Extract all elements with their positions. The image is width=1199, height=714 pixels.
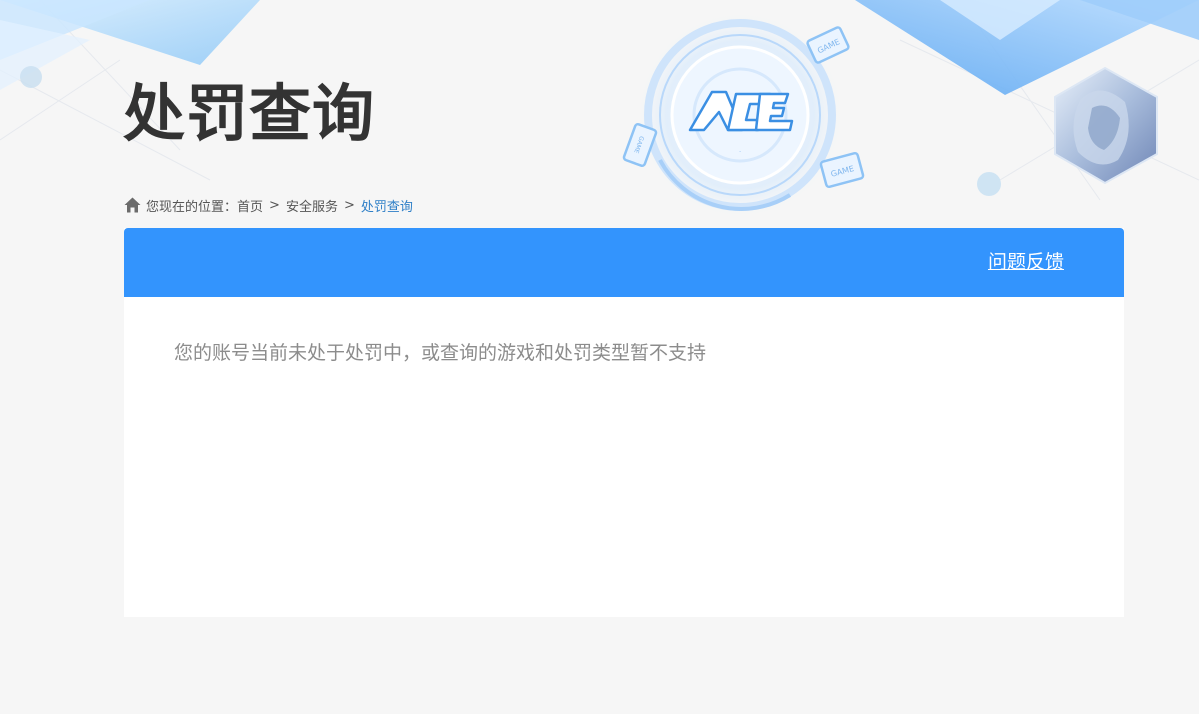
feedback-link[interactable]: 问题反馈 (988, 250, 1064, 274)
breadcrumb-prefix: 您现在的位置： (146, 199, 238, 215)
breadcrumb-security-service-link[interactable]: 安全服务 (286, 196, 338, 215)
breadcrumb-separator: > (269, 197, 280, 213)
breadcrumb-home-link[interactable]: 首页 (237, 196, 263, 215)
status-message: 您的账号当前未处于处罚中，或查询的游戏和处罚类型暂不支持 (174, 342, 707, 364)
svg-text:GAME: GAME (830, 164, 855, 179)
result-panel: 问题反馈 您的账号当前未处于处罚中，或查询的游戏和处罚类型暂不支持 (124, 228, 1124, 617)
page-title: 处罚查询 (123, 77, 376, 150)
breadcrumb-separator: > (343, 197, 355, 213)
breadcrumb: 您现在的位置： 首页 > 安全服务 > 处罚查询 (124, 196, 413, 215)
logo-text: ACE (739, 150, 741, 153)
svg-text:GAME: GAME (632, 135, 645, 154)
breadcrumb-current: 处罚查询 (360, 199, 413, 215)
svg-text:GAME: GAME (816, 37, 841, 55)
panel-header: 问题反馈 (124, 228, 1124, 297)
home-icon (124, 197, 141, 213)
